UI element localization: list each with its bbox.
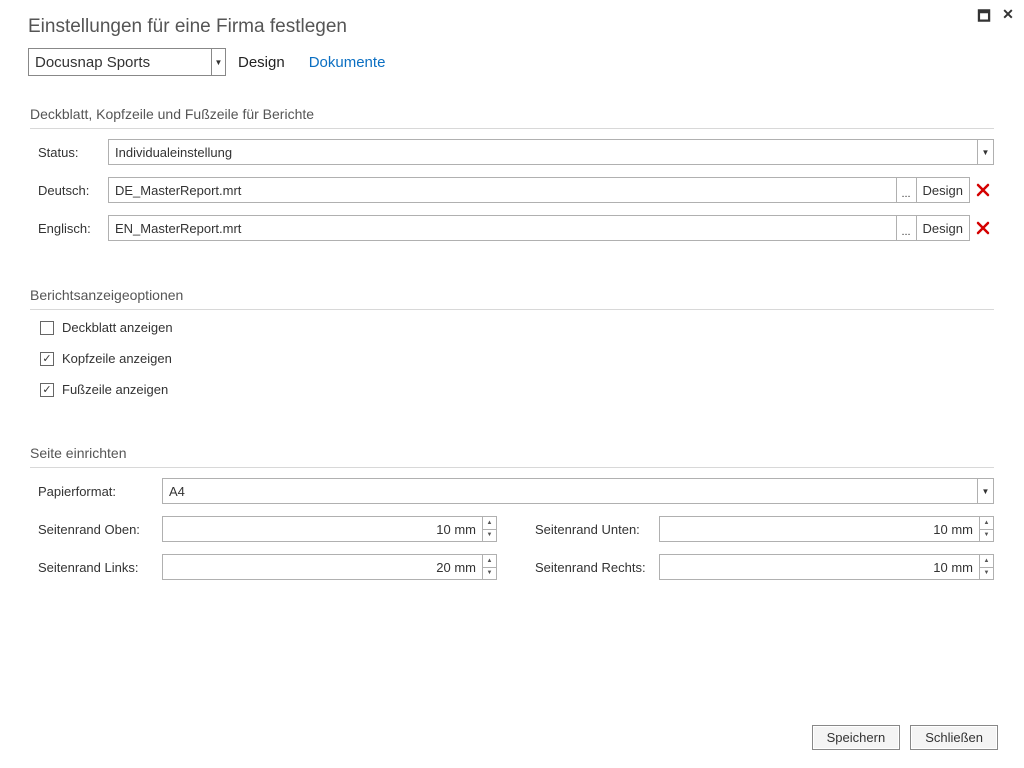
divider	[30, 309, 994, 310]
header-checkbox[interactable]: ✓	[40, 352, 54, 366]
german-input[interactable]: DE_MasterReport.mrt	[108, 177, 897, 203]
margin-top-spinner[interactable]: ▲▼	[482, 517, 496, 541]
margin-bottom-value: 10 mm	[660, 517, 979, 541]
delete-english-button[interactable]	[972, 220, 994, 236]
company-select-value: Docusnap Sports	[29, 54, 211, 71]
design-english-button[interactable]: Design	[917, 215, 970, 241]
margin-bottom-spinner[interactable]: ▲▼	[979, 517, 993, 541]
margin-right-spinner[interactable]: ▲▼	[979, 555, 993, 579]
margin-right-label: Seitenrand Rechts:	[527, 560, 659, 575]
margin-left-value: 20 mm	[163, 555, 482, 579]
status-select[interactable]: Individualeinstellung ▼	[108, 139, 994, 165]
browse-english-button[interactable]: ...	[897, 215, 917, 241]
section-cover-title: Deckblatt, Kopfzeile und Fußzeile für Be…	[30, 106, 994, 122]
header-checkbox-label: Kopfzeile anzeigen	[62, 351, 172, 366]
close-button[interactable]: Schließen	[910, 725, 998, 750]
margin-top-label: Seitenrand Oben:	[30, 522, 162, 537]
divider	[30, 467, 994, 468]
status-value: Individualeinstellung	[109, 140, 977, 164]
spinner-down-icon[interactable]: ▼	[483, 530, 496, 542]
tab-design[interactable]: Design	[236, 52, 287, 73]
german-label: Deutsch:	[30, 183, 108, 198]
english-input[interactable]: EN_MasterReport.mrt	[108, 215, 897, 241]
spinner-down-icon[interactable]: ▼	[483, 568, 496, 580]
spinner-up-icon[interactable]: ▲	[483, 517, 496, 530]
page-title: Einstellungen für eine Firma festlegen	[0, 0, 1024, 48]
margin-left-spinner[interactable]: ▲▼	[482, 555, 496, 579]
margin-top-input[interactable]: 10 mm ▲▼	[162, 516, 497, 542]
cover-checkbox[interactable]	[40, 321, 54, 335]
tab-documents[interactable]: Dokumente	[307, 52, 388, 73]
margin-top-value: 10 mm	[163, 517, 482, 541]
spinner-down-icon[interactable]: ▼	[980, 568, 993, 580]
company-select[interactable]: Docusnap Sports ▼	[28, 48, 226, 76]
spinner-down-icon[interactable]: ▼	[980, 530, 993, 542]
cover-checkbox-label: Deckblatt anzeigen	[62, 320, 173, 335]
status-label: Status:	[30, 145, 108, 160]
chevron-down-icon[interactable]: ▼	[211, 49, 225, 75]
margin-left-label: Seitenrand Links:	[30, 560, 162, 575]
section-page-title: Seite einrichten	[30, 445, 994, 461]
spinner-up-icon[interactable]: ▲	[980, 517, 993, 530]
paper-select[interactable]: A4 ▼	[162, 478, 994, 504]
section-display-title: Berichtsanzeigeoptionen	[30, 287, 994, 303]
footer-checkbox[interactable]: ✓	[40, 383, 54, 397]
paper-label: Papierformat:	[30, 484, 162, 499]
spinner-up-icon[interactable]: ▲	[980, 555, 993, 568]
paper-value: A4	[163, 479, 977, 503]
margin-left-input[interactable]: 20 mm ▲▼	[162, 554, 497, 580]
english-label: Englisch:	[30, 221, 108, 236]
design-german-button[interactable]: Design	[917, 177, 970, 203]
margin-right-value: 10 mm	[660, 555, 979, 579]
footer-checkbox-label: Fußzeile anzeigen	[62, 382, 168, 397]
margin-bottom-input[interactable]: 10 mm ▲▼	[659, 516, 994, 542]
margin-bottom-label: Seitenrand Unten:	[527, 522, 659, 537]
browse-german-button[interactable]: ...	[897, 177, 917, 203]
delete-german-button[interactable]	[972, 182, 994, 198]
close-icon[interactable]: ✕	[1000, 6, 1016, 30]
save-button[interactable]: Speichern	[812, 725, 901, 750]
chevron-down-icon[interactable]: ▼	[977, 479, 993, 503]
maximize-icon[interactable]: 🗖	[976, 6, 992, 30]
chevron-down-icon[interactable]: ▼	[977, 140, 993, 164]
margin-right-input[interactable]: 10 mm ▲▼	[659, 554, 994, 580]
divider	[30, 128, 994, 129]
spinner-up-icon[interactable]: ▲	[483, 555, 496, 568]
